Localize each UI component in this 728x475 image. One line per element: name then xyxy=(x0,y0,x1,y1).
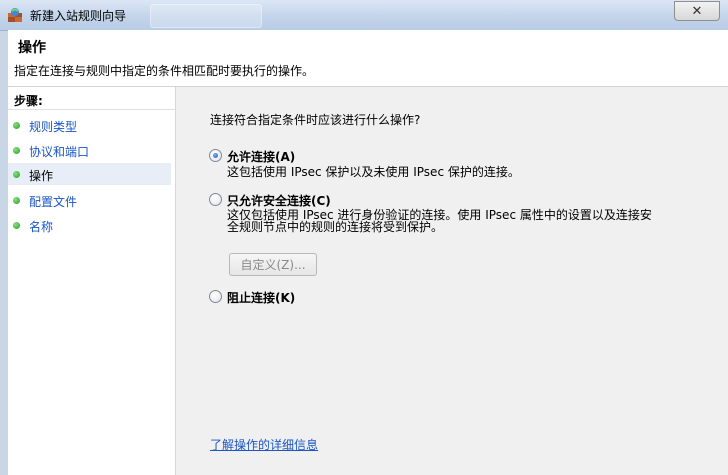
step-label: 配置文件 xyxy=(29,195,78,209)
step-label: 名称 xyxy=(29,220,54,234)
learn-more-link[interactable]: 了解操作的详细信息 xyxy=(210,436,318,453)
step-label: 协议和端口 xyxy=(29,145,90,159)
step-protocol-port[interactable]: 协议和端口 xyxy=(8,139,171,161)
allow-connection-radio[interactable] xyxy=(209,149,222,162)
window-title: 新建入站规则向导 xyxy=(30,9,127,23)
allow-secure-radio[interactable] xyxy=(209,193,222,206)
step-bullet-icon xyxy=(13,197,20,204)
background-tab xyxy=(150,4,262,28)
steps-sidebar: 步骤: 规则类型 协议和端口 操作 配置文件 名称 xyxy=(8,87,176,475)
step-action[interactable]: 操作 xyxy=(8,163,171,185)
main-panel: 连接符合指定条件时应该进行什么操作? 允许连接(A) 这包括使用 IPsec 保… xyxy=(176,87,728,475)
block-connection-label[interactable]: 阻止连接(K) xyxy=(227,289,295,306)
firewall-icon xyxy=(8,8,22,22)
step-bullet-icon xyxy=(13,222,20,229)
step-label: 操作 xyxy=(29,169,54,183)
step-rule-type[interactable]: 规则类型 xyxy=(8,114,171,136)
allow-secure-label[interactable]: 只允许安全连接(C) xyxy=(227,192,331,209)
close-button[interactable]: ✕ xyxy=(674,1,720,21)
allow-connection-description: 这包括使用 IPsec 保护以及未使用 IPsec 保护的连接。 xyxy=(227,165,520,179)
step-name[interactable]: 名称 xyxy=(8,214,171,236)
page-header: 操作 指定在连接与规则中指定的条件相匹配时要执行的操作。 xyxy=(8,30,728,87)
close-icon: ✕ xyxy=(691,3,703,19)
page-title: 操作 xyxy=(18,40,46,56)
steps-heading: 步骤: xyxy=(8,87,175,110)
allow-connection-label[interactable]: 允许连接(A) xyxy=(227,148,295,165)
block-connection-radio[interactable] xyxy=(209,290,222,303)
step-profile[interactable]: 配置文件 xyxy=(8,189,171,211)
step-bullet-icon xyxy=(13,147,20,154)
allow-secure-description-line2: 全规则节点中的规则的连接将受到保护。 xyxy=(227,220,444,234)
action-question: 连接符合指定条件时应该进行什么操作? xyxy=(210,113,421,127)
step-bullet-icon xyxy=(13,122,20,129)
step-bullet-icon xyxy=(13,171,20,178)
step-label: 规则类型 xyxy=(29,120,78,134)
page-description: 指定在连接与规则中指定的条件相匹配时要执行的操作。 xyxy=(14,64,315,78)
customize-button[interactable]: 自定义(Z)... xyxy=(229,253,317,276)
title-bar[interactable]: 新建入站规则向导 ✕ xyxy=(0,0,728,31)
